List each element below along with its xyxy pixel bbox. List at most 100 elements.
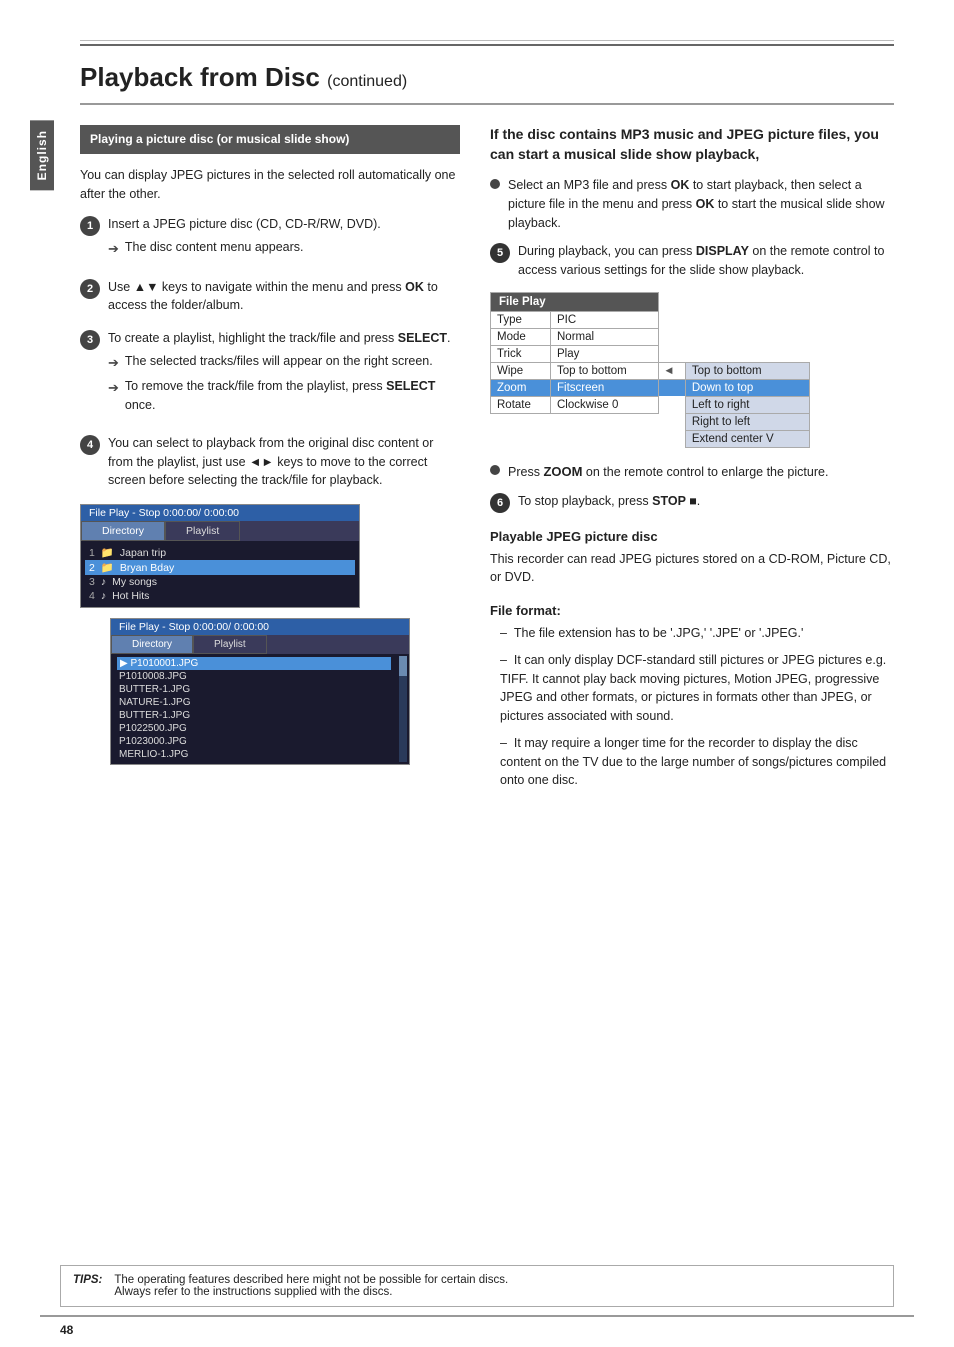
nested-list: ▶ P1010001.JPG P1010008.JPG BUTTER-1.JPG… [111,654,397,764]
table-cell-zoom-value: Fitscreen [551,379,659,396]
arrow-text-2: The selected tracks/files will appear on… [125,352,433,371]
step-4: 4 You can select to playback from the or… [80,434,460,490]
arrow-icon-3: ➔ [108,378,119,398]
table-cell-option-extend: Extend center V [685,430,809,447]
bullet-item-1: Select an MP3 file and press OK to start… [490,176,894,232]
right-heading: If the disc contains MP3 music and JPEG … [490,125,894,164]
file-format-item-1: – The file extension has to be '.JPG,' '… [500,624,894,643]
section-header: Playing a picture disc (or musical slide… [80,125,460,154]
table-header-row: File Play [491,292,810,311]
table-cell-wipe-label: Wipe [491,362,551,379]
nested-tabs: Directory Playlist [111,635,409,654]
scrollbar-thumb [399,656,407,676]
table-cell-rotate-option-1: Left to right [685,396,809,413]
step-1-content: Insert a JPEG picture disc (CD, CD-R/RW,… [108,215,460,263]
step-3-number: 3 [80,330,100,350]
table-row-zoom: Zoom Fitscreen Down to top [491,379,810,396]
left-column: Playing a picture disc (or musical slide… [80,125,460,798]
table-cell-wipe-option-1: Top to bottom [685,362,809,379]
table-header: File Play [491,292,659,311]
zoom-bold-text: ZOOM [543,464,582,479]
table-row-options-2: Right to left [491,413,810,430]
page-title: Playback from Disc (continued) [80,62,894,105]
table-cell-rotate-label: Rotate [491,396,551,413]
arrow-text-3: To remove the track/file from the playli… [125,377,460,415]
zoom-bullet-dot [490,465,500,475]
content-columns: Playing a picture disc (or musical slide… [80,125,894,798]
step-2: 2 Use ▲▼ keys to navigate within the men… [80,278,460,316]
intro-text: You can display JPEG pictures in the sel… [80,166,460,204]
right-step-5-number: 5 [490,243,510,263]
item-number-3: 3 [89,576,95,588]
screenshot-item-3: 3 ♪ My songs [89,575,351,589]
table-cell-wipe-arrow: ◄ [659,362,686,379]
screenshot-list: 1 📁 Japan trip 2 📁 Bryan Bday 3 ♪ My son… [81,541,359,607]
nested-item-7: P1023000.JPG [117,735,391,748]
nested-content: ▶ P1010001.JPG P1010008.JPG BUTTER-1.JPG… [111,654,409,764]
file-format-item-3: – It may require a longer time for the r… [500,734,894,790]
nested-item-4: NATURE-1.JPG [117,696,391,709]
right-column: If the disc contains MP3 music and JPEG … [490,125,894,798]
bottom-line [40,1315,914,1317]
item-number-1: 1 [89,547,95,559]
screenshot-nested: File Play - Stop 0:00:00/ 0:00:00 Direct… [110,618,410,765]
table-row-options-3: Extend center V [491,430,810,447]
zoom-bullet: Press ZOOM on the remote control to enla… [490,462,894,482]
table-row-wipe: Wipe Top to bottom ◄ Top to bottom [491,362,810,379]
page: Playback from Disc (continued) English P… [0,0,954,1347]
file-format-title: File format: [490,603,894,618]
music-icon-2: ♪ [101,590,106,602]
screenshot-item-2: 2 📁 Bryan Bday [85,560,355,575]
table-cell-zoom-option: Down to top [685,379,809,396]
table-cell-rotate-value: Clockwise 0 [551,396,659,413]
playable-jpeg-title: Playable JPEG picture disc [490,529,894,544]
table-row-mode: Mode Normal [491,328,810,345]
table-cell-type-label: Type [491,311,551,328]
nested-tab-playlist[interactable]: Playlist [193,635,267,654]
nested-title-bar: File Play - Stop 0:00:00/ 0:00:00 [111,619,409,635]
table-row-rotate: Rotate Clockwise 0 Left to right [491,396,810,413]
arrow-icon-1: ➔ [108,239,119,259]
step-1-number: 1 [80,216,100,236]
arrow-text-1: The disc content menu appears. [125,238,304,257]
screenshot-tabs: Directory Playlist [81,521,359,541]
bullet-content-1: Select an MP3 file and press OK to start… [508,176,894,232]
tips-bar: TIPS: The operating features described h… [60,1265,894,1307]
item-label-2: Bryan Bday [120,562,174,574]
folder-icon-1: 📁 [101,546,114,559]
right-step-6-content: To stop playback, press STOP ■. [518,492,894,511]
nested-item-5: BUTTER-1.JPG [117,709,391,722]
scrollbar [399,656,407,762]
screenshot-item-4: 4 ♪ Hot Hits [89,589,351,603]
table-cell-wipe-value: Top to bottom [551,362,659,379]
right-step-6-number: 6 [490,493,510,513]
item-label-3: My songs [112,576,157,588]
table-cell-zoom-label: Zoom [491,379,551,396]
right-step-5: 5 During playback, you can press DISPLAY… [490,242,894,280]
table-cell-type-value: PIC [551,311,659,328]
screenshot-title-bar: File Play - Stop 0:00:00/ 0:00:00 [81,505,359,521]
nested-item-6: P1022500.JPG [117,722,391,735]
music-icon-1: ♪ [101,576,106,588]
file-play-table: File Play Type PIC Mode Normal [490,292,810,448]
item-number-2: 2 [89,562,95,574]
right-step-6: 6 To stop playback, press STOP ■. [490,492,894,513]
item-number-4: 4 [89,590,95,602]
table-cell-mode-value: Normal [551,328,659,345]
screenshot-tab-playlist[interactable]: Playlist [165,521,240,541]
arrow-icon-2: ➔ [108,353,119,373]
top-line-thick [80,44,894,46]
nested-item-2: P1010008.JPG [117,670,391,683]
table-cell-trick-value: Play [551,345,659,362]
table-cell-option-right-to-left: Right to left [685,413,809,430]
tips-text: The operating features described here mi… [114,1274,508,1298]
step-2-content: Use ▲▼ keys to navigate within the menu … [108,278,460,316]
item-label-4: Hot Hits [112,590,149,602]
playable-jpeg-text: This recorder can read JPEG pictures sto… [490,550,894,588]
title-text: Playback from Disc [80,62,320,92]
screenshot-tab-directory[interactable]: Directory [81,521,165,541]
item-label-1: Japan trip [120,547,166,559]
nested-tab-directory[interactable]: Directory [111,635,193,654]
bullet-dot-1 [490,179,500,189]
step-4-content: You can select to playback from the orig… [108,434,460,490]
